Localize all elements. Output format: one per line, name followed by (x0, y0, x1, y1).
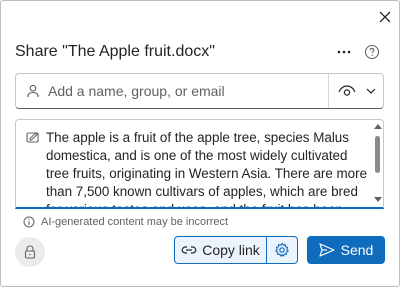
lock-icon (24, 245, 36, 259)
share-dialog: Share "The Apple fruit.docx" Add a name,… (0, 0, 400, 287)
permission-dropdown[interactable] (334, 79, 380, 103)
recipients-input[interactable] (48, 80, 323, 102)
send-label: Send (340, 242, 374, 258)
info-icon (23, 216, 35, 228)
link-settings-button[interactable] (266, 236, 298, 264)
ai-disclaimer: AI-generated content may be incorrect (23, 215, 228, 229)
permission-divider (328, 74, 329, 108)
more-options-button[interactable] (334, 42, 354, 62)
message-field[interactable]: The apple is a fruit of the apple tree, … (15, 119, 384, 209)
lock-button[interactable] (15, 237, 45, 267)
edit-message-icon (26, 132, 39, 143)
eye-icon (338, 85, 356, 96)
dialog-title: Share "The Apple fruit.docx" (15, 43, 215, 60)
person-icon (27, 84, 39, 98)
recipients-field (15, 73, 384, 109)
scroll-thumb[interactable] (375, 136, 380, 173)
copy-link-button[interactable]: Copy link (174, 236, 267, 264)
scroll-down-arrow-icon[interactable] (374, 197, 382, 202)
chevron-down-icon (366, 88, 376, 94)
more-options-icon (337, 50, 351, 54)
message-scrollbar[interactable] (372, 120, 383, 207)
link-icon (181, 246, 197, 254)
close-button[interactable] (373, 5, 397, 29)
send-button[interactable]: Send (307, 236, 385, 264)
close-icon (379, 11, 391, 23)
send-icon (319, 243, 335, 257)
ai-disclaimer-text: AI-generated content may be incorrect (41, 216, 229, 228)
copy-link-label: Copy link (202, 242, 260, 258)
scroll-up-arrow-icon[interactable] (374, 124, 382, 129)
help-icon (364, 44, 380, 60)
gear-icon (275, 242, 289, 257)
help-button[interactable] (362, 42, 382, 62)
message-text[interactable]: The apple is a fruit of the apple tree, … (46, 129, 370, 207)
